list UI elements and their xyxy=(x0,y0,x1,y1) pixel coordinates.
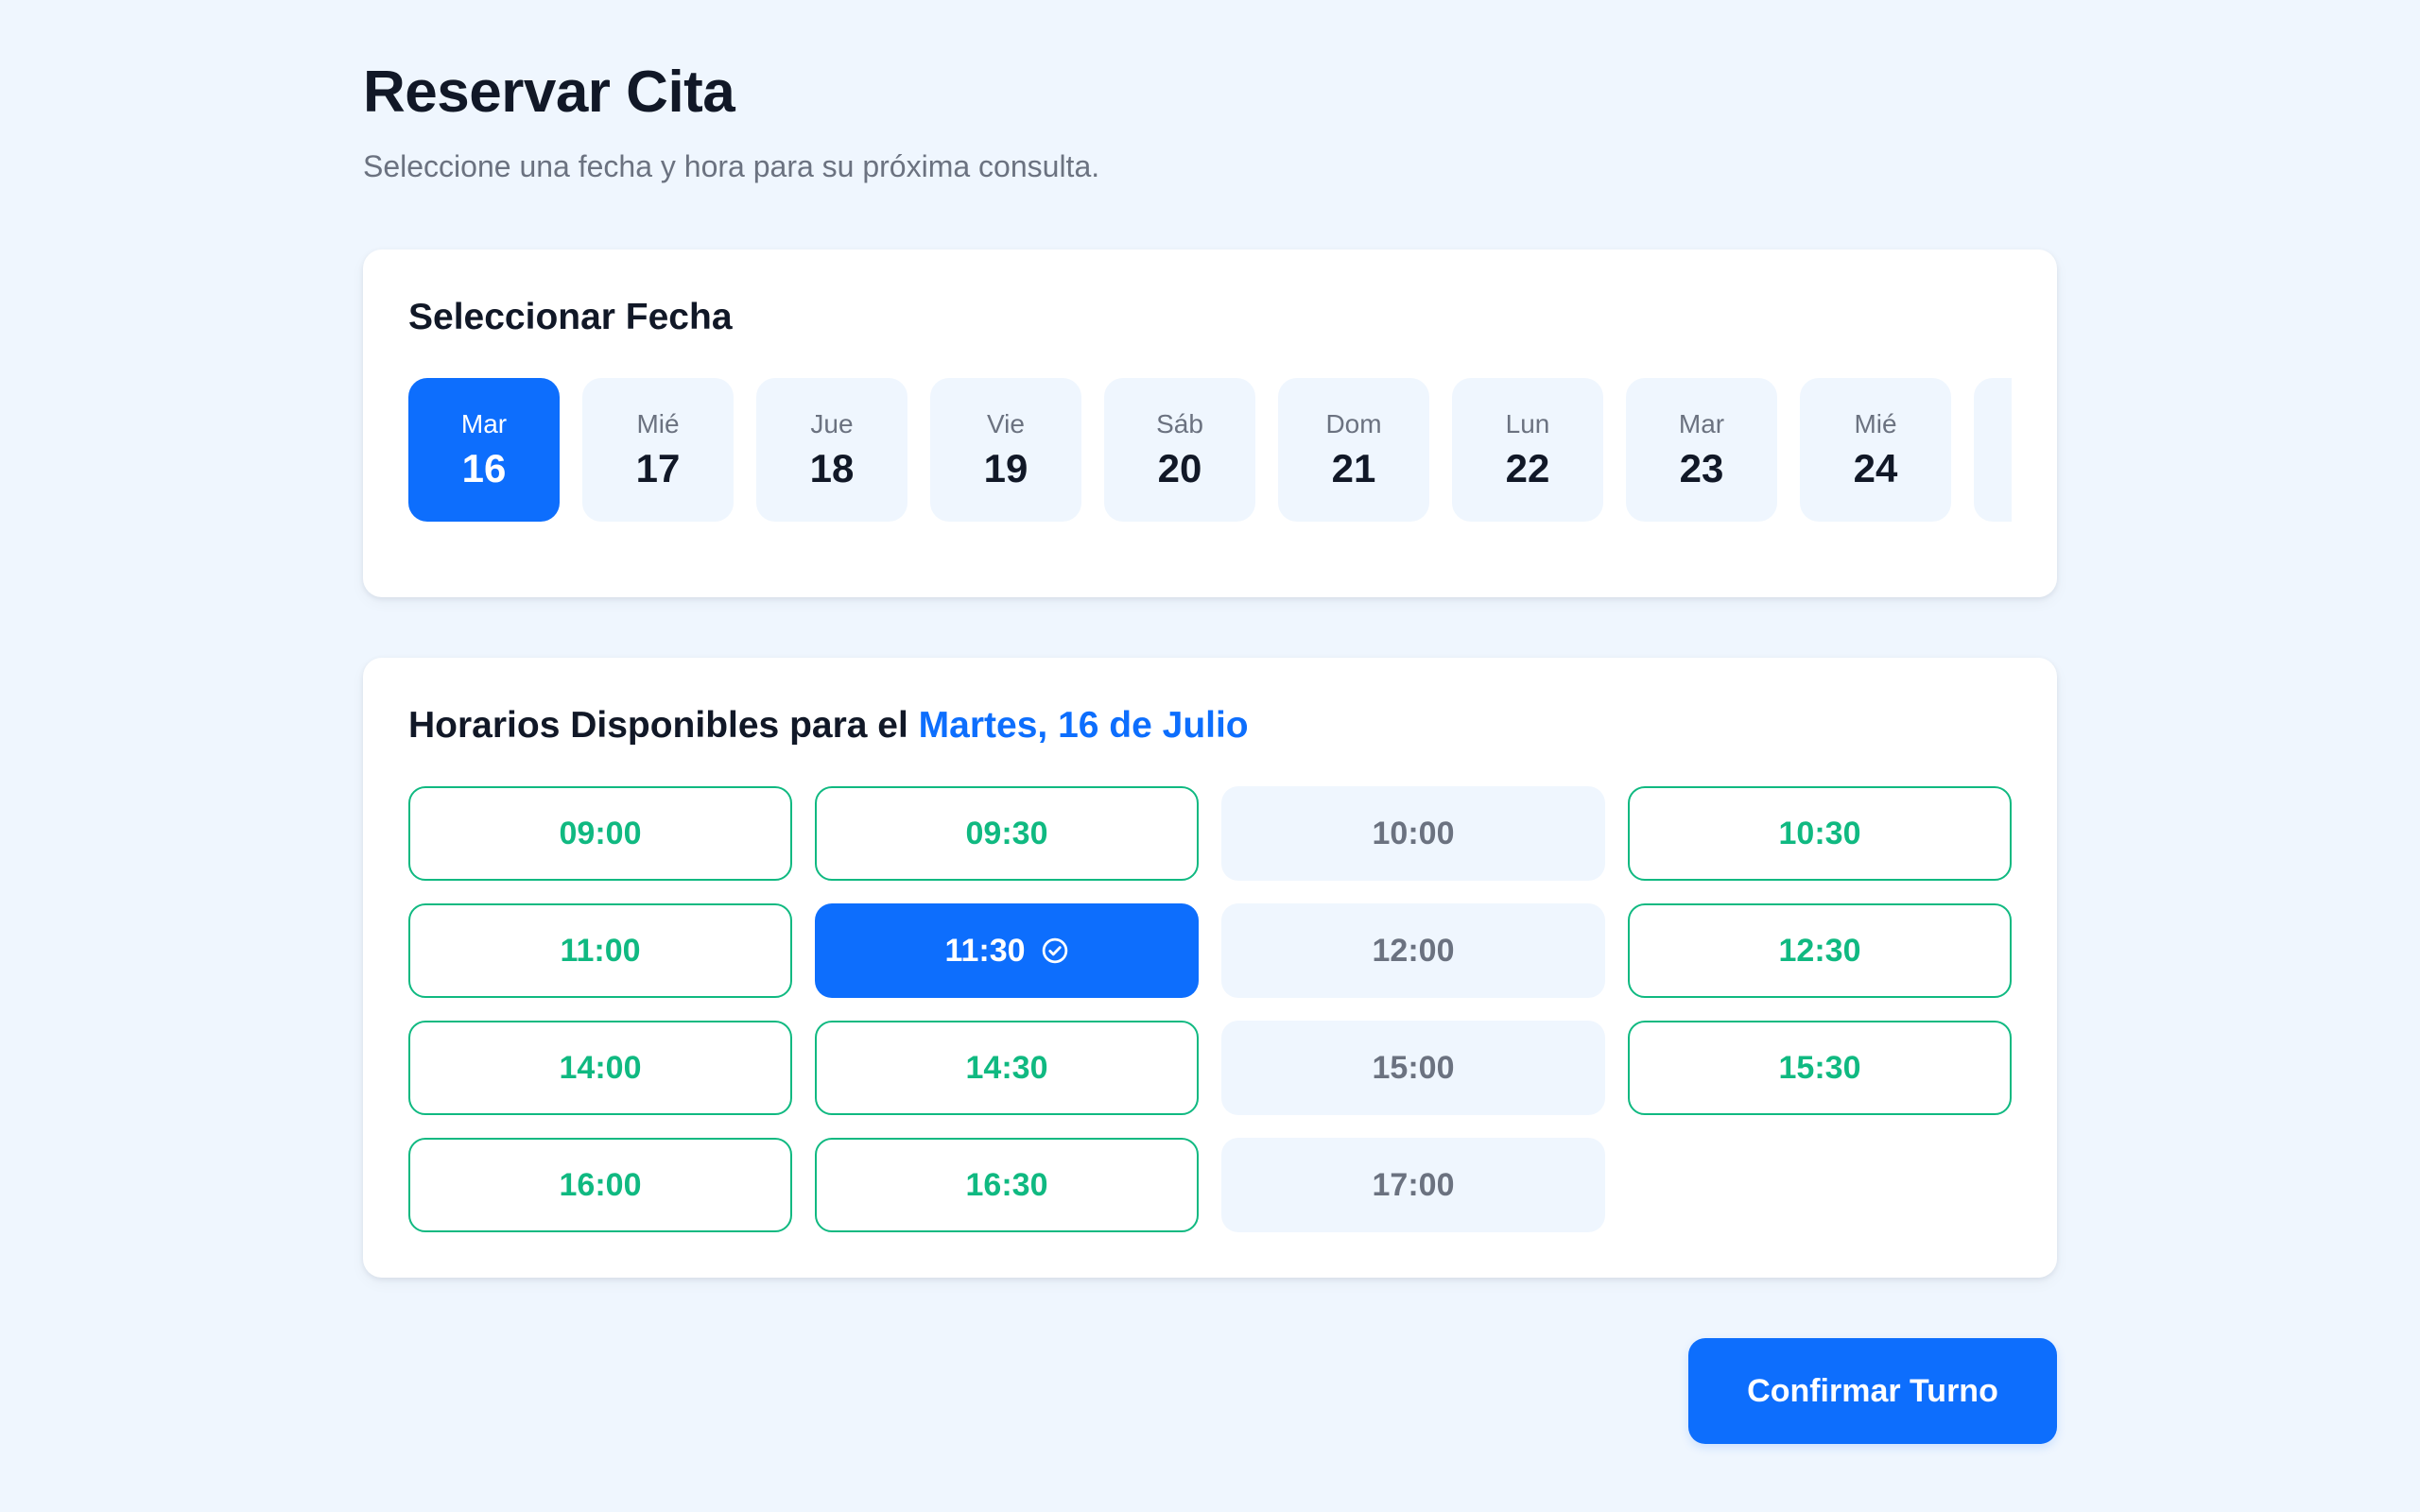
date-tile[interactable] xyxy=(1974,378,2012,522)
time-slot-available[interactable]: 11:00 xyxy=(408,903,792,998)
time-slot-available[interactable]: 14:00 xyxy=(408,1021,792,1115)
time-slot-label: 15:30 xyxy=(1778,1049,1861,1086)
time-slots-title: Horarios Disponibles para el Martes, 16 … xyxy=(408,705,1249,747)
time-slot-available[interactable]: 14:30 xyxy=(815,1021,1199,1115)
date-tile-day-number: 19 xyxy=(983,446,1028,490)
date-tile-day-number: 17 xyxy=(635,446,681,490)
time-slot-available[interactable]: 16:30 xyxy=(815,1138,1199,1232)
time-slot-grid: 09:00 09:30 10:00 10:30 11:00 11:30 12:00 12:30… xyxy=(408,786,2012,1232)
date-tile-day-number: 20 xyxy=(1157,446,1202,490)
page-subtitle: Seleccione una fecha y hora para su próx… xyxy=(363,149,1100,183)
date-row: Mar 16 Mié 17 Jue 18 Vie 19 Sáb 20 Dom 21 Lun 22 Mar 23… xyxy=(408,378,2012,522)
date-tile-weekday: Mar xyxy=(460,409,508,438)
date-picker-card: Seleccionar Fecha Mar 16 Mié 17 Jue 18 Vie 19 Sá… xyxy=(363,249,2057,597)
time-slot-unavailable: 10:00 xyxy=(1221,786,1605,881)
date-tile[interactable]: Mié 24 xyxy=(1800,378,1951,522)
date-tile-weekday: Dom xyxy=(1325,409,1382,438)
date-picker-title: Seleccionar Fecha xyxy=(408,297,733,337)
date-tile-weekday: Lun xyxy=(1505,409,1550,438)
date-tile[interactable]: Mié 17 xyxy=(582,378,734,522)
time-slots-card: Horarios Disponibles para el Martes, 16 … xyxy=(363,658,2057,1278)
date-tile-weekday: Mié xyxy=(636,409,680,438)
time-slot-available[interactable]: 09:30 xyxy=(815,786,1199,881)
check-circle-icon xyxy=(1041,936,1069,965)
time-slot-label: 11:30 xyxy=(944,932,1026,969)
confirm-appointment-button[interactable]: Confirmar Turno xyxy=(1688,1338,2057,1444)
time-slot-available[interactable]: 15:30 xyxy=(1628,1021,2012,1115)
selected-date-label: Martes, 16 de Julio xyxy=(918,705,1249,746)
time-slot-unavailable: 17:00 xyxy=(1221,1138,1605,1232)
date-tile-day-number: 18 xyxy=(809,446,855,490)
time-slot-label: 12:30 xyxy=(1778,932,1861,969)
date-tile-selected[interactable]: Mar 16 xyxy=(408,378,560,522)
time-slot-available[interactable]: 16:00 xyxy=(408,1138,792,1232)
date-tile-weekday: Mar xyxy=(1678,409,1725,438)
date-tile-day-number: 22 xyxy=(1505,446,1550,490)
date-tile-day-number: 24 xyxy=(1853,446,1898,490)
time-slot-unavailable: 15:00 xyxy=(1221,1021,1605,1115)
date-tile[interactable]: Dom 21 xyxy=(1278,378,1429,522)
time-slot-selected[interactable]: 11:30 xyxy=(815,903,1199,998)
date-tile-day-number: 21 xyxy=(1331,446,1376,490)
time-slot-available[interactable]: 09:00 xyxy=(408,786,792,881)
time-slot-label: 16:30 xyxy=(965,1166,1048,1203)
date-tile[interactable]: Mar 23 xyxy=(1626,378,1777,522)
time-slot-label: 14:00 xyxy=(559,1049,642,1086)
date-tile-weekday: Sáb xyxy=(1156,409,1203,438)
time-slot-label: 16:00 xyxy=(559,1166,642,1203)
date-strip[interactable]: Mar 16 Mié 17 Jue 18 Vie 19 Sáb 20 Dom 21 Lun 22 Mar 23… xyxy=(408,378,2012,522)
date-tile[interactable]: Sáb 20 xyxy=(1104,378,1255,522)
date-tile-weekday: Mié xyxy=(1854,409,1897,438)
time-slot-label: 14:30 xyxy=(965,1049,1048,1086)
time-slot-label: 12:00 xyxy=(1372,932,1455,969)
time-slot-available[interactable]: 12:30 xyxy=(1628,903,2012,998)
date-tile[interactable]: Lun 22 xyxy=(1452,378,1603,522)
time-slot-label: 10:30 xyxy=(1778,815,1861,851)
time-slot-available[interactable]: 10:30 xyxy=(1628,786,2012,881)
time-slot-label: 09:00 xyxy=(559,815,642,851)
time-slot-label: 09:30 xyxy=(965,815,1048,851)
time-slot-unavailable: 12:00 xyxy=(1221,903,1605,998)
page-title: Reservar Cita xyxy=(363,60,735,125)
date-tile-weekday: Jue xyxy=(810,409,854,438)
date-tile[interactable]: Vie 19 xyxy=(930,378,1081,522)
date-tile-day-number: 23 xyxy=(1679,446,1724,490)
time-slot-label: 17:00 xyxy=(1372,1166,1455,1203)
time-slot-label: 15:00 xyxy=(1372,1049,1455,1086)
date-tile-day-number: 16 xyxy=(461,446,507,490)
time-slot-label: 10:00 xyxy=(1372,815,1455,851)
date-tile[interactable]: Jue 18 xyxy=(756,378,908,522)
date-tile-weekday: Vie xyxy=(987,409,1025,438)
time-slot-label: 11:00 xyxy=(560,932,641,969)
time-slots-title-prefix: Horarios Disponibles para el xyxy=(408,705,919,746)
